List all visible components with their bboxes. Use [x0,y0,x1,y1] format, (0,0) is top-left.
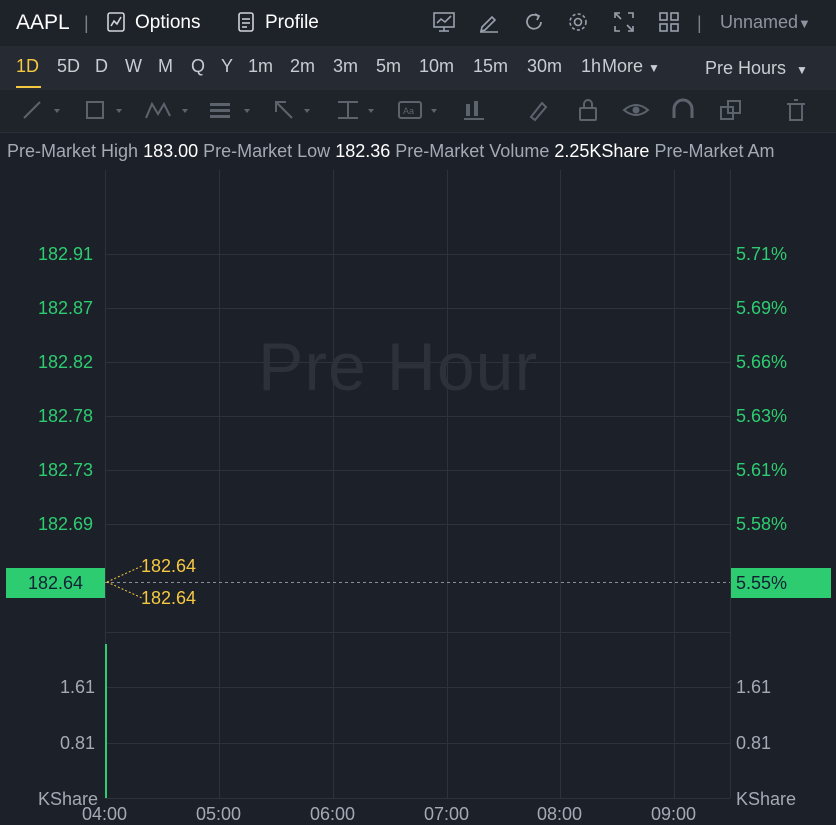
interval-5m[interactable]: 5m [376,56,401,77]
time-tick: 05:00 [196,804,242,824]
interval-q[interactable]: Q [191,56,205,77]
options-label: Options [135,12,201,33]
session-dropdown[interactable]: Pre Hours ▼ [705,58,808,79]
svg-text:Aa: Aa [403,106,414,116]
more-intervals-dropdown[interactable]: More ▼ [602,56,660,77]
interval-3m[interactable]: 3m [333,56,358,77]
refresh-icon[interactable] [522,10,546,34]
options-chart-icon [107,12,125,32]
interval-2m[interactable]: 2m [290,56,315,77]
profile-label: Profile [265,12,319,33]
price-tick-left: 182.78 [38,406,94,426]
premarket-low-label: Pre-Market Low [203,141,331,161]
volume-tick-right: 1.61 [736,677,772,697]
volume-tick-left: 0.81 [60,733,96,753]
symbol-label[interactable]: AAPL [16,11,70,35]
indicator-chart-icon[interactable] [432,10,456,34]
text-list-tool-icon[interactable] [208,98,258,122]
price-annotation: 182.64 [141,588,197,608]
percent-tick-right: 5.69% [736,298,788,318]
premarket-volume-label: Pre-Market Volume [395,141,550,161]
time-tick: 07:00 [424,804,470,824]
visibility-eye-icon[interactable] [622,98,650,122]
interval-d[interactable]: D [95,56,108,77]
percent-tick-right: 5.66% [736,352,788,372]
interval-1d[interactable]: 1D [16,56,39,77]
percent-tick-right: 5.63% [736,406,788,426]
percent-tick-right: 5.61% [736,460,788,480]
price-tick-left: 182.91 [38,244,94,264]
header-separator-2: | [697,13,702,33]
time-tick: 08:00 [537,804,583,824]
settings-gear-icon[interactable] [566,10,590,34]
time-tick: 06:00 [310,804,356,824]
volume-unit-right: KShare [736,789,797,809]
arrow-tool-icon[interactable] [272,98,320,122]
more-label: More [602,56,644,76]
layout-grid-icon[interactable] [657,10,681,34]
fullscreen-expand-icon[interactable] [612,10,636,34]
interval-1m[interactable]: 1m [248,56,273,77]
premarket-info-bar: Pre-Market High 183.00 Pre-Market Low 18… [0,141,836,165]
candle-tool-icon[interactable] [462,98,488,122]
workspace-dropdown[interactable]: Unnamed▼ [720,12,811,33]
drawing-toolbar: Aa [0,90,836,133]
percent-tick-right: 5.71% [736,244,788,264]
workspace-caret-icon: ▼ [798,16,811,31]
price-tick-left: 182.82 [38,352,94,372]
magnet-icon[interactable] [670,98,696,122]
percent-tick-right: 5.58% [736,514,788,534]
brush-tool-icon[interactable] [526,98,552,122]
interval-30m[interactable]: 30m [527,56,562,77]
volume-tick-right: 0.81 [736,733,772,753]
price-tick-left: 182.87 [38,298,94,318]
premarket-low-value: 182.36 [335,141,391,161]
volume-tick-left: 1.61 [60,677,96,697]
price-chart[interactable]: Pre Hour 182.91 182.87 182.82 182.78 182… [0,170,836,824]
top-header: AAPL | Options Profile | Unnamed▼ [0,0,836,46]
lock-icon[interactable] [576,98,602,122]
rectangle-tool-icon[interactable] [84,98,128,122]
interval-bar: 1D 5D D W M Q Y 1m 2m 3m 5m 10m 15m 30m … [0,46,836,90]
label-tool-icon[interactable]: Aa [397,98,445,122]
trend-line-icon[interactable] [20,98,64,122]
interval-15m[interactable]: 15m [473,56,508,77]
interval-y[interactable]: Y [221,56,233,77]
edit-pencil-icon[interactable] [477,10,501,34]
chart-grid [105,170,731,799]
workspace-label: Unnamed [720,12,799,32]
price-tick-left: 182.73 [38,460,94,480]
current-price-tag: 182.64 [6,568,105,598]
time-tick: 09:00 [651,804,697,824]
price-tick-left: 182.69 [38,514,94,534]
price-annotation: 182.64 [141,556,197,576]
premarket-high-label: Pre-Market High [7,141,139,161]
interval-10m[interactable]: 10m [419,56,454,77]
more-caret-icon: ▼ [648,61,660,75]
current-change-tag: 5.55% [731,568,831,598]
measure-tool-icon[interactable] [336,98,384,122]
session-label: Pre Hours [705,58,787,78]
premarket-high-value: 183.00 [143,141,199,161]
active-interval-indicator [16,86,41,88]
premarket-volume-value: 2.25KShare [554,141,650,161]
premarket-amount-label: Pre-Market Am [654,141,775,161]
interval-m[interactable]: M [158,56,173,77]
interval-w[interactable]: W [125,56,142,77]
layers-icon[interactable] [718,98,744,122]
session-caret-icon: ▼ [796,63,808,77]
trash-icon[interactable] [784,98,808,122]
interval-5d[interactable]: 5D [57,56,80,77]
interval-1h[interactable]: 1h [581,56,601,77]
profile-document-icon [238,12,254,32]
session-watermark: Pre Hour [258,329,539,405]
header-separator: | [84,13,89,33]
time-tick: 04:00 [82,804,128,824]
pattern-tool-icon[interactable] [144,98,194,122]
